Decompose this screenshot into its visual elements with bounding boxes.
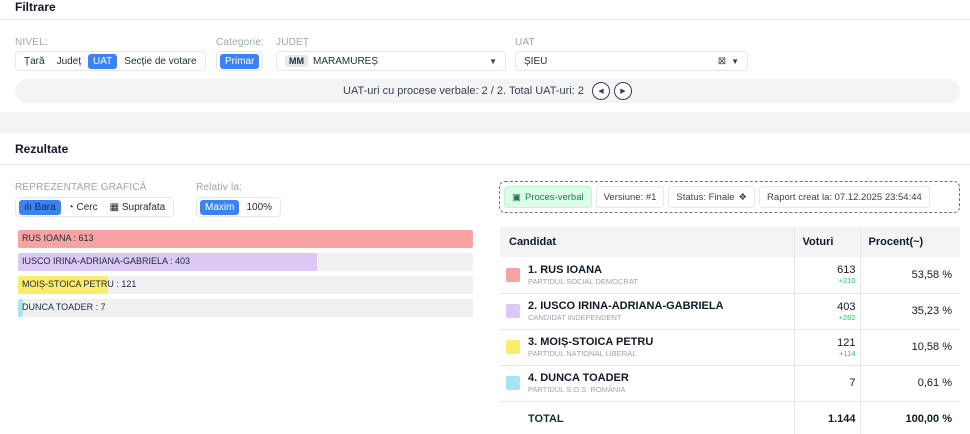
nivel-option-judet[interactable]: Județ bbox=[52, 54, 86, 69]
relativ-option-100[interactable]: 100% bbox=[241, 200, 277, 215]
votes-delta: +210 bbox=[838, 276, 856, 286]
repr-option-suprafata[interactable]: ▦ Suprafata bbox=[105, 200, 171, 215]
repr-selector: ılı Bara ◔ Cerc ▦ Suprafata bbox=[15, 197, 175, 217]
pie-chart-icon: ◔ bbox=[67, 201, 74, 213]
votes-cell: 121 +114 bbox=[793, 329, 860, 366]
percent-cell: 35,23 % bbox=[859, 293, 960, 330]
area-chart-icon: ▦ bbox=[109, 201, 120, 213]
percent-cell: 0,61 % bbox=[859, 365, 960, 402]
header-candidat[interactable]: Candidat bbox=[500, 227, 794, 257]
candidate-color-swatch bbox=[506, 376, 520, 390]
candidate-party: PARTIDUL S.O.S. ROMÂNIA bbox=[528, 385, 626, 394]
votes-value: 121 bbox=[837, 336, 856, 349]
candidate-color-swatch bbox=[506, 340, 520, 354]
status-chip[interactable]: Status: Finale ❖ bbox=[668, 186, 756, 208]
proces-verbal-button[interactable]: ▣ Proces-verbal bbox=[504, 186, 592, 208]
judet-value: MARAMUREȘ bbox=[313, 55, 379, 67]
filter-title: Filtrare bbox=[0, 0, 970, 20]
relativ-label: Relativ la: bbox=[196, 182, 243, 193]
bar-label: RUS IOANA : 613 bbox=[22, 233, 94, 243]
candidate-cell: 2. IUSCO IRINA-ADRIANA-GABRIELA CANDIDAT … bbox=[500, 293, 794, 330]
filter-panel: Filtrare NIVEL: Țară Județ UAT Secție de… bbox=[0, 0, 970, 112]
results-title: Rezultate bbox=[0, 133, 970, 165]
votes-value: 403 bbox=[837, 300, 856, 313]
candidate-cell: 4. DUNCA TOADER PARTIDUL S.O.S. ROMÂNIA bbox=[500, 365, 794, 402]
total-row: TOTAL 1.144 100,00 % bbox=[500, 401, 960, 434]
candidate-party: PARTIDUL SOCIAL DEMOCRAT bbox=[528, 276, 638, 286]
info-text: UAT-uri cu procese verbale: 2 / 2. Total… bbox=[343, 85, 584, 97]
percent-cell: 10,58 % bbox=[859, 329, 960, 366]
candidate-name: 4. DUNCA TOADER bbox=[528, 372, 629, 384]
bar-label: MOIȘ-STOICA PETRU : 121 bbox=[22, 279, 137, 289]
candidate-name: 2. IUSCO IRINA-ADRIANA-GABRIELA bbox=[528, 300, 724, 312]
categorie-label: Categorie: bbox=[216, 37, 265, 48]
candidate-color-swatch bbox=[506, 304, 520, 318]
votes-value: 613 bbox=[837, 264, 856, 277]
header-voturi[interactable]: Voturi bbox=[793, 227, 860, 257]
results-panel: Rezultate REPREZENTARE GRAFICĂ ılı Bara … bbox=[0, 133, 970, 434]
total-percent: 100,00 % bbox=[859, 401, 960, 434]
votes-cell: 7 bbox=[793, 365, 860, 402]
candidate-cell: 3. MOIȘ-STOICA PETRU PARTIDUL NAȚIONAL LI… bbox=[500, 329, 794, 366]
clear-icon[interactable]: ⊠ bbox=[718, 56, 726, 67]
percent-cell: 53,58 % bbox=[859, 257, 960, 294]
bar-row[interactable]: RUS IOANA : 613 bbox=[18, 230, 473, 248]
votes-cell: 403 +282 bbox=[793, 293, 860, 330]
prev-icon[interactable]: ◀ bbox=[591, 82, 610, 100]
candidate-name: 1. RUS IOANA bbox=[528, 263, 602, 276]
table-row[interactable]: 2. IUSCO IRINA-ADRIANA-GABRIELA CANDIDAT … bbox=[500, 293, 960, 330]
results-table: Candidat Voturi Procent(~) 1. RUS IOANA P… bbox=[500, 227, 960, 434]
nivel-option-tara[interactable]: Țară bbox=[19, 54, 50, 69]
candidate-color-swatch bbox=[506, 267, 520, 282]
judet-code: MM bbox=[285, 55, 308, 67]
votes-cell: 613 +210 bbox=[793, 257, 860, 294]
nivel-option-uat[interactable]: UAT bbox=[88, 53, 118, 69]
info-bar: UAT-uri cu procese verbale: 2 / 2. Total… bbox=[15, 79, 960, 103]
judet-select[interactable]: MM MARAMUREȘ ▼ bbox=[276, 51, 506, 71]
document-icon: ▣ bbox=[512, 191, 521, 203]
chevron-down-icon: ▼ bbox=[489, 56, 497, 66]
repr-option-bara[interactable]: ılı Bara bbox=[19, 199, 61, 215]
nivel-option-sectie[interactable]: Secție de votare bbox=[119, 54, 201, 69]
raport-chip: Raport creat la: 07.12.2025 23:54:44 bbox=[759, 186, 930, 208]
votes-value: 7 bbox=[849, 377, 856, 389]
bar-row[interactable]: MOIȘ-STOICA PETRU : 121 bbox=[18, 276, 473, 294]
judet-label: JUDEȚ bbox=[276, 37, 310, 48]
bar-label: DUNCA TOADER : 7 bbox=[22, 302, 106, 312]
bar-label: IUSCO IRINA-ADRIANA-GABRIELA : 403 bbox=[22, 256, 191, 266]
next-icon[interactable]: ▶ bbox=[613, 82, 632, 100]
votes-delta: +114 bbox=[839, 348, 856, 358]
uat-label: UAT bbox=[515, 37, 535, 48]
relativ-option-maxim[interactable]: Maxim bbox=[200, 199, 240, 215]
uat-select[interactable]: ȘIEU ⊠ ▼ bbox=[515, 51, 748, 71]
candidate-party: CANDIDAT INDEPENDENT bbox=[528, 313, 622, 322]
table-row[interactable]: 4. DUNCA TOADER PARTIDUL S.O.S. ROMÂNIA 7 0… bbox=[500, 365, 960, 402]
votes-delta: +282 bbox=[838, 312, 856, 322]
bar-row[interactable]: DUNCA TOADER : 7 bbox=[18, 299, 473, 317]
header-procent[interactable]: Procent(~) bbox=[859, 227, 960, 257]
bar-chart-icon: ılı bbox=[24, 201, 32, 213]
uat-value: ȘIEU bbox=[524, 55, 548, 67]
relativ-selector: Maxim 100% bbox=[196, 197, 282, 217]
repr-option-cerc[interactable]: ◔ Cerc bbox=[63, 200, 103, 215]
candidate-name: 3. MOIȘ-STOICA PETRU bbox=[528, 336, 654, 348]
nivel-selector: Țară Județ UAT Secție de votare bbox=[15, 51, 206, 71]
pv-toolbar: ▣ Proces-verbal Versiune: #1 Status: Fin… bbox=[499, 181, 960, 213]
table-row[interactable]: 3. MOIȘ-STOICA PETRU PARTIDUL NAȚIONAL LI… bbox=[500, 329, 960, 366]
repr-label: REPREZENTARE GRAFICĂ bbox=[15, 182, 147, 193]
versiune-chip[interactable]: Versiune: #1 bbox=[595, 186, 665, 208]
categorie-selector: Primar bbox=[216, 51, 264, 71]
bar-row[interactable]: IUSCO IRINA-ADRIANA-GABRIELA : 403 bbox=[18, 253, 473, 271]
nivel-label: NIVEL: bbox=[15, 37, 48, 48]
candidate-party: PARTIDUL NAȚIONAL LIBERAL bbox=[528, 349, 637, 358]
total-label: TOTAL bbox=[500, 401, 794, 434]
categorie-option-primar[interactable]: Primar bbox=[220, 53, 260, 69]
candidate-cell: 1. RUS IOANA PARTIDUL SOCIAL DEMOCRAT bbox=[500, 257, 794, 294]
total-votes: 1.144 bbox=[793, 401, 860, 434]
chevron-down-icon: ▼ bbox=[731, 56, 739, 66]
table-row[interactable]: 1. RUS IOANA PARTIDUL SOCIAL DEMOCRAT 613 +… bbox=[500, 257, 960, 294]
layers-icon: ❖ bbox=[738, 191, 748, 203]
